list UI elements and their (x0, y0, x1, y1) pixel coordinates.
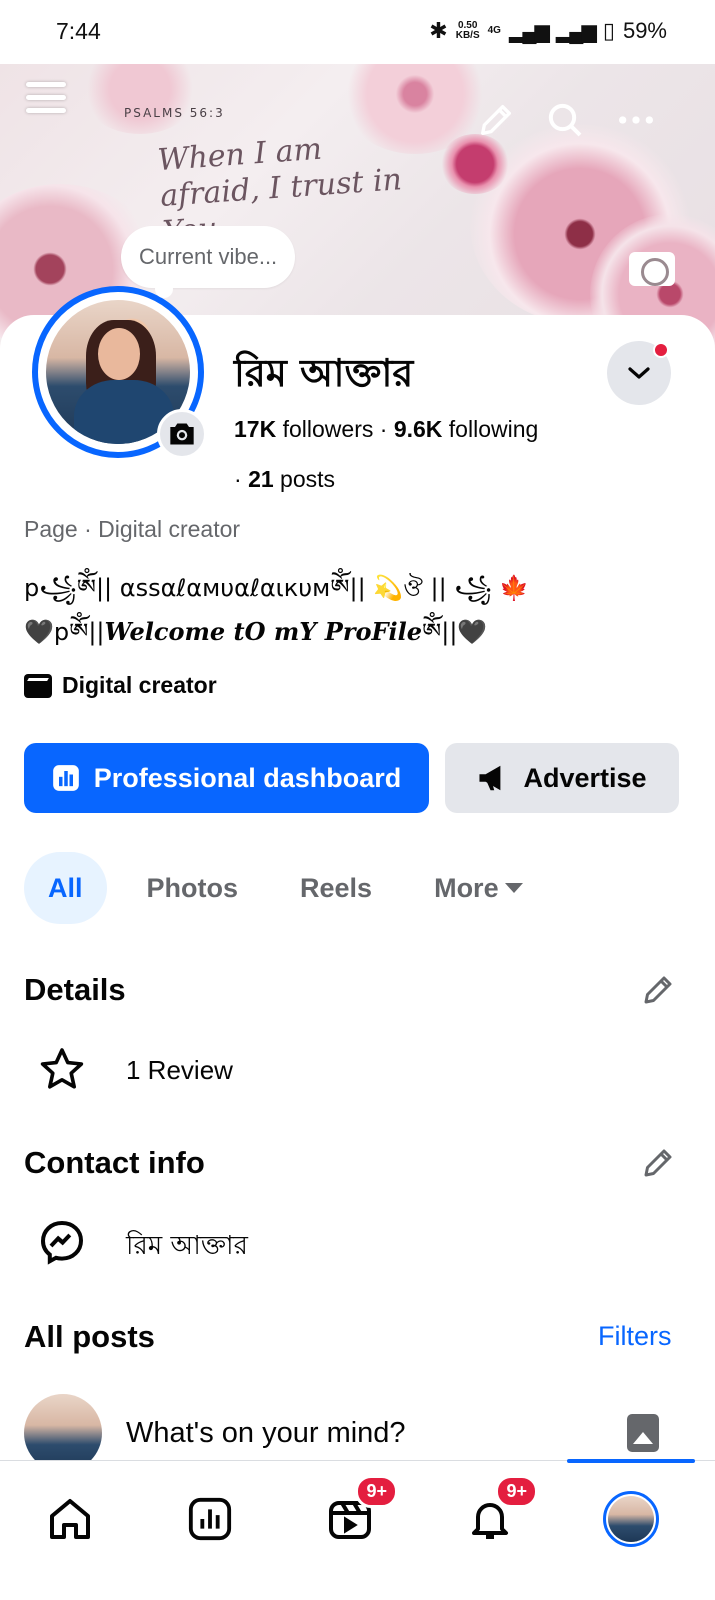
page-category: Page · Digital creator (24, 516, 241, 542)
video-badge: 9+ (355, 1475, 398, 1508)
status-indicators: ✱ 0.50 KB/S 4G ▂▄▆ ▂▄▆ ▯ 59% (429, 18, 667, 44)
separator-dot: · (379, 416, 394, 442)
edit-icon[interactable] (476, 100, 516, 140)
followers-count[interactable]: 17K (234, 416, 276, 442)
nav-avatar-ring (603, 1491, 659, 1547)
notification-dot (653, 342, 669, 358)
bio-line-2-prefix: 🖤pༀ|| (24, 618, 105, 646)
contact-info-title: Contact info (24, 1145, 205, 1180)
notifications-icon[interactable]: 9+ (460, 1475, 538, 1549)
search-icon[interactable] (545, 100, 585, 140)
cover-flower (80, 64, 200, 134)
posts-count: 21 (248, 466, 274, 492)
professional-dashboard-button[interactable]: Professional dashboard (24, 743, 429, 813)
creator-label: Digital creator (62, 672, 217, 698)
dashboard-icon (52, 765, 79, 791)
posts-label: posts (280, 466, 336, 492)
notifications-badge: 9+ (495, 1475, 538, 1508)
review-count[interactable]: 1 Review (126, 1055, 233, 1086)
caret-down-icon (504, 883, 523, 893)
profile-nav-avatar[interactable] (601, 1489, 661, 1549)
edit-contact-icon[interactable] (640, 1145, 676, 1181)
creator-category: Digital creator (24, 672, 217, 699)
active-tab-indicator (567, 1459, 695, 1463)
bio-line-2: 🖤pༀ||Welcome tO mY ProFileༀ||🖤 (24, 606, 487, 673)
following-label[interactable]: following (449, 416, 539, 442)
messenger-contact[interactable]: রিম আক্তার (126, 1225, 248, 1269)
tab-photos[interactable]: Photos (147, 852, 239, 924)
tab-more[interactable]: More (434, 852, 523, 924)
profile-name: রিম আক্তার (234, 351, 414, 395)
chevron-down-icon (628, 367, 650, 379)
details-title: Details (24, 972, 126, 1007)
cover-verse: PSALMS 56:3 (124, 106, 225, 120)
nav-avatar-image (608, 1496, 654, 1542)
battery-percent: 59% (622, 18, 667, 43)
speed-unit: KB/S (455, 30, 480, 41)
advertise-label: Advertise (523, 762, 647, 793)
dashboard-label: Professional dashboard (93, 762, 402, 793)
follow-counts: 17K followers · 9.6K following (234, 416, 538, 443)
battery-icon: ▯ (602, 18, 615, 43)
menu-icon[interactable] (26, 82, 66, 118)
home-icon[interactable] (40, 1489, 100, 1549)
tab-more-label: More (434, 872, 499, 903)
photo-icon[interactable] (627, 1414, 659, 1452)
cover-camera-icon[interactable] (629, 252, 675, 286)
avatar-face (98, 328, 140, 380)
edit-details-icon[interactable] (640, 972, 676, 1008)
status-time: 7:44 (56, 18, 101, 44)
bottom-navigation: 9+ 9+ (0, 1459, 715, 1600)
bio-line-2-suffix: ༀ||🖤 (422, 618, 488, 646)
bio-line-2-styled: Welcome tO mY ProFile (104, 617, 423, 646)
following-count[interactable]: 9.6K (394, 416, 443, 442)
posts-count-line: · 21 posts (234, 466, 335, 493)
video-icon[interactable]: 9+ (320, 1475, 398, 1549)
signal-icon: ▂▄▆ (508, 20, 550, 43)
more-options-icon[interactable] (616, 100, 656, 140)
cover-flower (440, 134, 510, 194)
avatar-camera-icon[interactable] (157, 409, 207, 459)
current-vibe-bubble[interactable]: Current vibe... (121, 226, 296, 298)
vibe-label: Current vibe... (139, 244, 278, 269)
signal-icon-2: ▂▄▆ (555, 20, 597, 43)
bluetooth-icon: ✱ (429, 18, 448, 43)
advertise-button[interactable]: Advertise (445, 743, 679, 813)
filters-link[interactable]: Filters (598, 1321, 672, 1352)
star-icon (38, 1045, 86, 1093)
network-type: 4G (487, 25, 501, 36)
megaphone-icon (479, 765, 501, 791)
dashboard-nav-icon[interactable] (180, 1489, 240, 1549)
composer-input[interactable]: What's on your mind? (126, 1417, 406, 1450)
status-bar: 7:44 ✱ 0.50 KB/S 4G ▂▄▆ ▂▄▆ ▯ 59% (0, 0, 715, 64)
tab-reels[interactable]: Reels (300, 852, 372, 924)
network-speed: 0.50 KB/S (456, 21, 480, 41)
all-posts-title: All posts (24, 1319, 155, 1354)
messenger-icon (38, 1218, 86, 1266)
tab-all[interactable]: All (24, 852, 107, 924)
separator-dot: · (234, 466, 249, 492)
profile-tabs: All Photos Reels More (24, 852, 585, 924)
followers-label[interactable]: followers (283, 416, 374, 442)
clapperboard-icon (24, 673, 52, 698)
